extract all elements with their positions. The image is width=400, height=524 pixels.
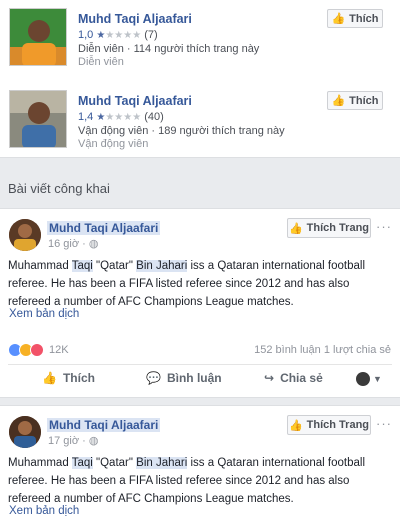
post-author[interactable]: Muhd Taqi Aljaafari xyxy=(47,418,161,432)
see-translation-link[interactable]: Xem bản dịch xyxy=(9,308,79,320)
page-thumbnail[interactable] xyxy=(9,90,67,148)
page-name[interactable]: Muhd Taqi Aljaafari xyxy=(78,94,192,108)
page-rating: 1,4 ★★★★★ (40) xyxy=(78,111,164,123)
share-button[interactable]: ↪ Chia sẻ xyxy=(264,371,323,385)
like-page-button[interactable]: 👍 Thích xyxy=(327,9,383,28)
page-result[interactable]: Muhd Taqi Aljaafari 1,0 ★★★★★ (7) Diễn v… xyxy=(0,0,400,78)
comment-button[interactable]: 💬 Bình luận xyxy=(146,371,222,385)
love-reaction-icon xyxy=(30,343,44,357)
page-category: Vận động viên xyxy=(78,138,149,150)
post-timestamp[interactable]: 16 giờ · ◍ xyxy=(48,237,98,250)
like-page-button[interactable]: 👍 Thích Trang xyxy=(287,218,371,238)
rating-count: (40) xyxy=(144,111,164,123)
page-meta: Vận động viên · 189 người thích trang nà… xyxy=(78,125,285,137)
rating-count: (7) xyxy=(144,29,158,41)
star-rating-icon: ★★★★★ xyxy=(96,112,142,123)
like-button[interactable]: 👍 Thích xyxy=(42,371,95,385)
page-name[interactable]: Muhd Taqi Aljaafari xyxy=(78,12,192,26)
pages-results-card: Muhd Taqi Aljaafari 1,0 ★★★★★ (7) Diễn v… xyxy=(0,0,400,158)
thumbs-up-icon: 👍 xyxy=(288,419,303,432)
like-page-button[interactable]: 👍 Thích xyxy=(327,91,383,110)
avatar[interactable] xyxy=(9,219,41,251)
comment-share-stats[interactable]: 152 bình luận 1 lượt chia sẻ xyxy=(254,344,391,356)
thumbs-up-icon: 👍 xyxy=(288,222,303,235)
more-options-icon[interactable]: ··· xyxy=(376,416,392,431)
post-text: Muhammad Taqi "Qatar" Bin Jahari iss a Q… xyxy=(8,260,366,308)
comment-icon: 💬 xyxy=(146,371,161,385)
avatar[interactable] xyxy=(9,416,41,448)
post-text: Muhammad Taqi "Qatar" Bin Jahari iss a Q… xyxy=(8,457,366,505)
post-timestamp[interactable]: 17 giờ · ◍ xyxy=(48,434,98,447)
more-options-icon[interactable]: ··· xyxy=(376,219,392,234)
globe-icon: ◍ xyxy=(88,435,99,447)
like-page-button[interactable]: 👍 Thích Trang xyxy=(287,415,371,435)
audience-selector[interactable]: ▼ xyxy=(356,372,382,386)
rating-value: 1,4 xyxy=(78,111,94,123)
page-meta: Diễn viên · 114 người thích trang này xyxy=(78,43,260,55)
see-translation-link[interactable]: Xem bản dịch xyxy=(9,505,79,517)
star-rating-icon: ★★★★★ xyxy=(96,30,142,41)
thumbs-up-icon: 👍 xyxy=(331,95,346,107)
public-post: Muhd Taqi Aljaafari 16 giờ · ◍ 👍 Thích T… xyxy=(0,208,400,398)
page-result[interactable]: Muhd Taqi Aljaafari 1,4 ★★★★★ (40) Vận đ… xyxy=(0,82,400,160)
chevron-down-icon: ▼ xyxy=(373,374,382,384)
rating-value: 1,0 xyxy=(78,29,94,41)
globe-icon: ◍ xyxy=(88,238,99,250)
profile-icon xyxy=(356,372,370,386)
section-title: Bài viết công khai xyxy=(8,181,110,196)
page-category: Diễn viên xyxy=(78,56,124,68)
reactions-summary[interactable]: 12K xyxy=(8,343,69,357)
share-icon: ↪ xyxy=(264,371,275,385)
post-author[interactable]: Muhd Taqi Aljaafari xyxy=(47,221,161,235)
page-rating: 1,0 ★★★★★ (7) xyxy=(78,29,158,41)
public-post: Muhd Taqi Aljaafari 17 giờ · ◍ 👍 Thích T… xyxy=(0,405,400,524)
thumbs-up-icon: 👍 xyxy=(331,13,346,25)
divider xyxy=(8,364,392,365)
reaction-count: 12K xyxy=(49,344,69,356)
page-thumbnail[interactable] xyxy=(9,8,67,66)
thumbs-up-icon: 👍 xyxy=(42,371,57,385)
